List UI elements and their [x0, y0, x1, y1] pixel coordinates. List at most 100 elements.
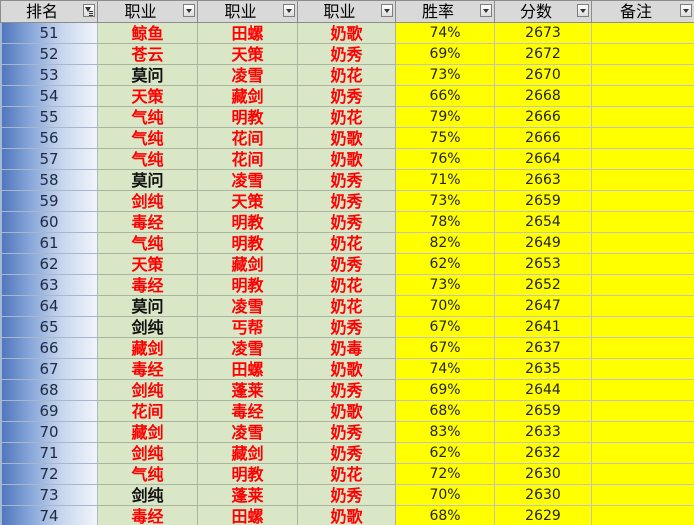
win-rate-cell[interactable]: 78% [395, 211, 495, 233]
note-cell[interactable] [591, 442, 694, 464]
win-rate-cell[interactable]: 70% [395, 295, 495, 317]
note-cell[interactable] [591, 358, 694, 380]
header-class-3[interactable]: 职业 [297, 0, 396, 23]
win-rate-cell[interactable]: 66% [395, 85, 495, 107]
rank-cell[interactable]: 66 [0, 337, 98, 359]
class-1-cell[interactable]: 莫问 [97, 169, 198, 191]
class-3-cell[interactable]: 奶秀 [297, 190, 396, 212]
class-3-cell[interactable]: 奶花 [297, 274, 396, 296]
class-3-cell[interactable]: 奶花 [297, 106, 396, 128]
filter-dropdown-icon[interactable] [283, 4, 295, 17]
win-rate-cell[interactable]: 79% [395, 106, 495, 128]
class-2-cell[interactable]: 凌雪 [197, 169, 298, 191]
win-rate-cell[interactable]: 67% [395, 337, 495, 359]
score-cell[interactable]: 2664 [494, 148, 592, 170]
score-cell[interactable]: 2629 [494, 505, 592, 525]
class-3-cell[interactable]: 奶花 [297, 64, 396, 86]
win-rate-cell[interactable]: 73% [395, 64, 495, 86]
class-1-cell[interactable]: 花间 [97, 400, 198, 422]
rank-cell[interactable]: 59 [0, 190, 98, 212]
class-2-cell[interactable]: 毒经 [197, 400, 298, 422]
score-cell[interactable]: 2652 [494, 274, 592, 296]
class-2-cell[interactable]: 凌雪 [197, 295, 298, 317]
class-2-cell[interactable]: 藏剑 [197, 442, 298, 464]
note-cell[interactable] [591, 274, 694, 296]
class-2-cell[interactable]: 田螺 [197, 358, 298, 380]
win-rate-cell[interactable]: 68% [395, 400, 495, 422]
filter-dropdown-icon[interactable] [183, 4, 195, 17]
note-cell[interactable] [591, 463, 694, 485]
class-3-cell[interactable]: 奶歌 [297, 400, 396, 422]
score-cell[interactable]: 2633 [494, 421, 592, 443]
class-3-cell[interactable]: 奶秀 [297, 379, 396, 401]
win-rate-cell[interactable]: 76% [395, 148, 495, 170]
class-1-cell[interactable]: 剑纯 [97, 316, 198, 338]
note-cell[interactable] [591, 505, 694, 525]
note-cell[interactable] [591, 127, 694, 149]
win-rate-cell[interactable]: 75% [395, 127, 495, 149]
score-cell[interactable]: 2647 [494, 295, 592, 317]
class-1-cell[interactable]: 天策 [97, 253, 198, 275]
rank-cell[interactable]: 51 [0, 22, 98, 44]
class-3-cell[interactable]: 奶秀 [297, 169, 396, 191]
class-1-cell[interactable]: 毒经 [97, 505, 198, 525]
class-3-cell[interactable]: 奶歌 [297, 127, 396, 149]
class-3-cell[interactable]: 奶秀 [297, 253, 396, 275]
score-cell[interactable]: 2659 [494, 190, 592, 212]
class-1-cell[interactable]: 气纯 [97, 127, 198, 149]
score-cell[interactable]: 2630 [494, 484, 592, 506]
win-rate-cell[interactable]: 62% [395, 253, 495, 275]
note-cell[interactable] [591, 211, 694, 233]
note-cell[interactable] [591, 484, 694, 506]
class-1-cell[interactable]: 毒经 [97, 358, 198, 380]
class-2-cell[interactable]: 凌雪 [197, 421, 298, 443]
rank-cell[interactable]: 55 [0, 106, 98, 128]
class-2-cell[interactable]: 藏剑 [197, 253, 298, 275]
class-1-cell[interactable]: 气纯 [97, 232, 198, 254]
win-rate-cell[interactable]: 70% [395, 484, 495, 506]
rank-cell[interactable]: 52 [0, 43, 98, 65]
class-3-cell[interactable]: 奶秀 [297, 442, 396, 464]
class-3-cell[interactable]: 奶歌 [297, 22, 396, 44]
class-1-cell[interactable]: 苍云 [97, 43, 198, 65]
class-2-cell[interactable]: 明教 [197, 463, 298, 485]
class-2-cell[interactable]: 明教 [197, 106, 298, 128]
win-rate-cell[interactable]: 73% [395, 274, 495, 296]
class-3-cell[interactable]: 奶花 [297, 463, 396, 485]
class-2-cell[interactable]: 丐帮 [197, 316, 298, 338]
note-cell[interactable] [591, 421, 694, 443]
class-3-cell[interactable]: 奶花 [297, 295, 396, 317]
class-3-cell[interactable]: 奶花 [297, 232, 396, 254]
win-rate-cell[interactable]: 68% [395, 505, 495, 525]
rank-cell[interactable]: 58 [0, 169, 98, 191]
class-1-cell[interactable]: 毒经 [97, 211, 198, 233]
note-cell[interactable] [591, 253, 694, 275]
rank-cell[interactable]: 71 [0, 442, 98, 464]
rank-cell[interactable]: 61 [0, 232, 98, 254]
rank-cell[interactable]: 53 [0, 64, 98, 86]
win-rate-cell[interactable]: 74% [395, 358, 495, 380]
score-cell[interactable]: 2641 [494, 316, 592, 338]
win-rate-cell[interactable]: 73% [395, 190, 495, 212]
note-cell[interactable] [591, 190, 694, 212]
rank-cell[interactable]: 60 [0, 211, 98, 233]
class-3-cell[interactable]: 奶歌 [297, 358, 396, 380]
score-cell[interactable]: 2670 [494, 64, 592, 86]
rank-cell[interactable]: 62 [0, 253, 98, 275]
class-2-cell[interactable]: 凌雪 [197, 337, 298, 359]
class-2-cell[interactable]: 天策 [197, 43, 298, 65]
win-rate-cell[interactable]: 62% [395, 442, 495, 464]
class-3-cell[interactable]: 奶秀 [297, 316, 396, 338]
note-cell[interactable] [591, 400, 694, 422]
class-1-cell[interactable]: 气纯 [97, 106, 198, 128]
class-3-cell[interactable]: 奶歌 [297, 148, 396, 170]
rank-cell[interactable]: 70 [0, 421, 98, 443]
score-cell[interactable]: 2644 [494, 379, 592, 401]
class-2-cell[interactable]: 天策 [197, 190, 298, 212]
score-cell[interactable]: 2666 [494, 106, 592, 128]
score-cell[interactable]: 2654 [494, 211, 592, 233]
rank-cell[interactable]: 54 [0, 85, 98, 107]
class-2-cell[interactable]: 藏剑 [197, 85, 298, 107]
filter-dropdown-icon[interactable] [381, 4, 393, 17]
class-2-cell[interactable]: 明教 [197, 274, 298, 296]
